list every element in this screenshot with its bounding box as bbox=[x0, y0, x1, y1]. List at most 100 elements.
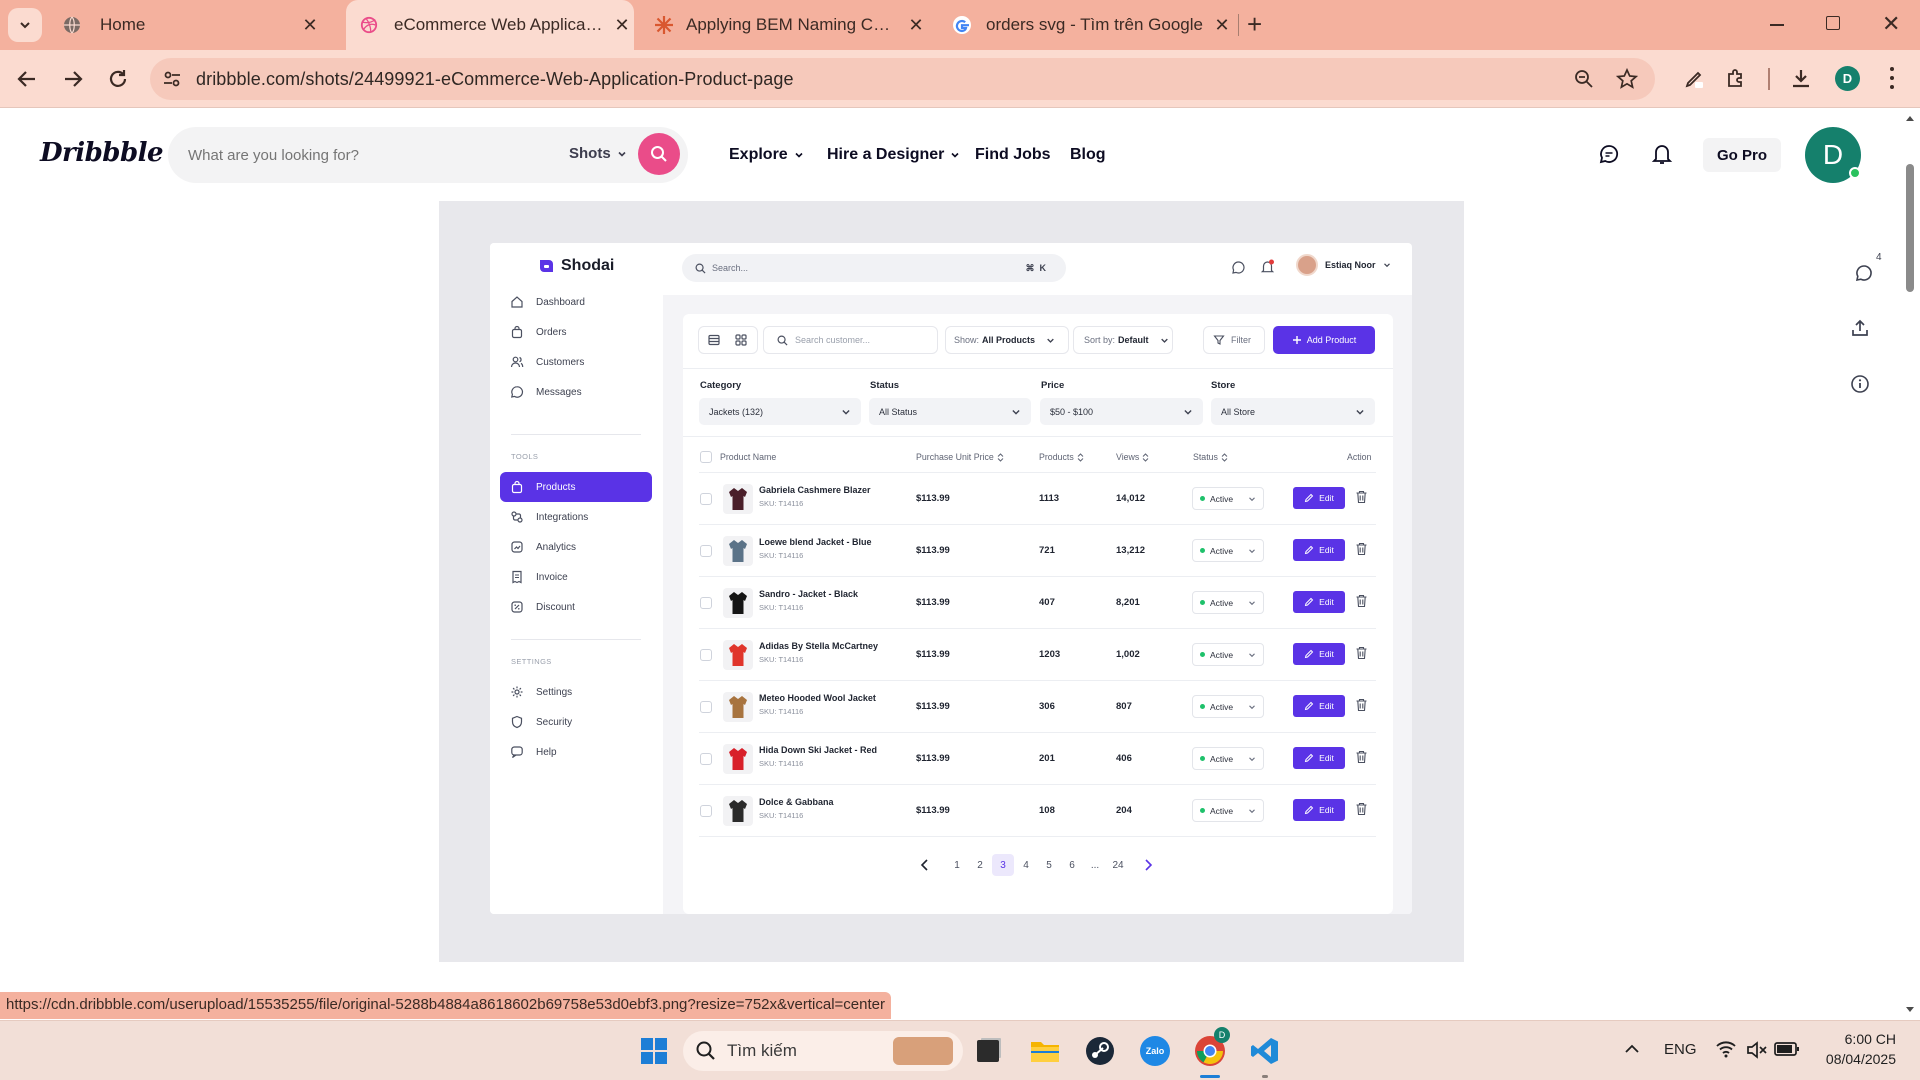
language-indicator[interactable]: ENG bbox=[1664, 1041, 1697, 1058]
status-select[interactable]: All Status bbox=[869, 398, 1031, 425]
row-checkbox[interactable] bbox=[700, 805, 712, 817]
edit-button[interactable]: Edit bbox=[1293, 591, 1345, 613]
reload-icon[interactable] bbox=[107, 68, 129, 90]
edit-button[interactable]: Edit bbox=[1293, 539, 1345, 561]
customer-search-input[interactable]: Search customer... bbox=[763, 326, 938, 354]
sidebar-item-invoice[interactable]: Invoice bbox=[500, 562, 652, 592]
nav-explore[interactable]: Explore bbox=[729, 146, 804, 164]
chrome-menu-icon[interactable] bbox=[1890, 67, 1894, 89]
product-name[interactable]: Gabriela Cashmere Blazer bbox=[759, 485, 871, 495]
close-icon[interactable]: ✕ bbox=[612, 15, 632, 36]
column-header-products[interactable]: Products bbox=[1039, 452, 1084, 462]
sidebar-item-help[interactable]: Help bbox=[500, 737, 652, 767]
trash-icon[interactable] bbox=[1355, 750, 1368, 764]
status-dropdown[interactable]: Active bbox=[1192, 539, 1264, 562]
close-window-button[interactable]: ✕ bbox=[1882, 11, 1900, 37]
search-scope-dropdown[interactable]: Shots bbox=[569, 145, 627, 162]
store-select[interactable]: All Store bbox=[1211, 398, 1375, 425]
minimize-button[interactable] bbox=[1770, 24, 1784, 26]
file-explorer-icon[interactable] bbox=[1027, 1033, 1063, 1069]
trash-icon[interactable] bbox=[1355, 490, 1368, 504]
app-search-bar[interactable]: Search... ⌘ K bbox=[682, 254, 1066, 282]
battery-charging-icon[interactable] bbox=[1774, 1041, 1800, 1057]
profile-avatar[interactable]: D bbox=[1835, 66, 1860, 91]
status-dropdown[interactable]: Active bbox=[1192, 487, 1264, 510]
new-tab-button[interactable]: + bbox=[1247, 10, 1262, 38]
row-checkbox[interactable] bbox=[700, 493, 712, 505]
next-page-icon[interactable] bbox=[1141, 857, 1155, 873]
sidebar-item-messages[interactable]: Messages bbox=[500, 377, 652, 407]
category-select[interactable]: Jackets (132) bbox=[699, 398, 861, 425]
product-name[interactable]: Sandro - Jacket - Black bbox=[759, 589, 858, 599]
task-view-icon[interactable] bbox=[970, 1033, 1006, 1069]
product-name[interactable]: Loewe blend Jacket - Blue bbox=[759, 537, 872, 547]
page-number[interactable]: 24 bbox=[1107, 854, 1129, 876]
page-number[interactable]: 2 bbox=[969, 854, 991, 876]
trash-icon[interactable] bbox=[1355, 594, 1368, 608]
page-number[interactable]: 6 bbox=[1061, 854, 1083, 876]
tab-google[interactable]: orders svg - Tìm trên Google ✕ bbox=[946, 0, 1236, 50]
show-dropdown[interactable]: Show: All Products bbox=[945, 326, 1069, 354]
zalo-icon[interactable]: Zalo bbox=[1137, 1033, 1173, 1069]
column-header-product-name[interactable]: Product Name bbox=[720, 452, 776, 462]
sidebar-item-orders[interactable]: Orders bbox=[500, 317, 652, 347]
column-header-views[interactable]: Views bbox=[1116, 452, 1149, 462]
add-product-button[interactable]: Add Product bbox=[1273, 326, 1375, 354]
status-dropdown[interactable]: Active bbox=[1192, 799, 1264, 822]
status-dropdown[interactable]: Active bbox=[1192, 695, 1264, 718]
site-settings-icon[interactable] bbox=[162, 69, 182, 89]
trash-icon[interactable] bbox=[1355, 646, 1368, 660]
bookmark-star-icon[interactable] bbox=[1616, 68, 1638, 90]
sidebar-item-security[interactable]: Security bbox=[500, 707, 652, 737]
trash-icon[interactable] bbox=[1355, 698, 1368, 712]
sidebar-item-settings[interactable]: Settings bbox=[500, 677, 652, 707]
row-checkbox[interactable] bbox=[700, 753, 712, 765]
info-icon[interactable] bbox=[1850, 374, 1870, 394]
page-number[interactable]: 3 bbox=[992, 854, 1014, 876]
sidebar-item-integrations[interactable]: Integrations bbox=[500, 502, 652, 532]
address-bar[interactable]: dribbble.com/shots/24499921-eCommerce-We… bbox=[150, 58, 1655, 100]
zoom-icon[interactable] bbox=[1574, 69, 1594, 89]
filter-button[interactable]: Filter bbox=[1203, 326, 1265, 354]
shodai-logo[interactable]: Shodai bbox=[537, 257, 614, 275]
restore-button[interactable] bbox=[1826, 16, 1840, 30]
status-dropdown[interactable]: Active bbox=[1192, 747, 1264, 770]
dribbble-search-input[interactable] bbox=[188, 143, 528, 167]
prev-page-icon[interactable] bbox=[918, 857, 932, 873]
trash-icon[interactable] bbox=[1355, 542, 1368, 556]
sidebar-item-customers[interactable]: Customers bbox=[500, 347, 652, 377]
download-icon[interactable] bbox=[1790, 67, 1812, 89]
pen-extension-icon[interactable] bbox=[1683, 68, 1705, 90]
sidebar-item-discount[interactable]: Discount bbox=[500, 592, 652, 622]
status-dropdown[interactable]: Active bbox=[1192, 643, 1264, 666]
page-number[interactable]: 4 bbox=[1015, 854, 1037, 876]
vscode-icon[interactable] bbox=[1247, 1033, 1283, 1069]
row-checkbox[interactable] bbox=[700, 545, 712, 557]
app-user-menu[interactable]: Estiaq Noor bbox=[1296, 254, 1391, 276]
list-view-icon[interactable] bbox=[707, 333, 721, 347]
sort-dropdown[interactable]: Sort by: Default bbox=[1073, 326, 1173, 354]
trash-icon[interactable] bbox=[1355, 802, 1368, 816]
edit-button[interactable]: Edit bbox=[1293, 747, 1345, 769]
edit-button[interactable]: Edit bbox=[1293, 695, 1345, 717]
search-submit-button[interactable] bbox=[638, 133, 680, 175]
product-name[interactable]: Hida Down Ski Jacket - Red bbox=[759, 745, 877, 755]
page-scrollbar[interactable] bbox=[1900, 108, 1920, 1020]
tab-search-button[interactable] bbox=[8, 8, 42, 42]
edit-button[interactable]: Edit bbox=[1293, 799, 1345, 821]
dribbble-logo[interactable]: Dribbble bbox=[40, 138, 164, 168]
product-name[interactable]: Dolce & Gabbana bbox=[759, 797, 834, 807]
sidebar-item-dashboard[interactable]: Dashboard bbox=[500, 287, 652, 317]
comments-rail-button[interactable]: 4 bbox=[1850, 252, 1882, 288]
column-header-price[interactable]: Purchase Unit Price bbox=[916, 452, 1004, 462]
nav-find-jobs[interactable]: Find Jobs bbox=[975, 146, 1051, 164]
close-icon[interactable]: ✕ bbox=[1212, 15, 1232, 36]
row-checkbox[interactable] bbox=[700, 649, 712, 661]
product-name[interactable]: Meteo Hooded Wool Jacket bbox=[759, 693, 876, 703]
product-name[interactable]: Adidas By Stella McCartney bbox=[759, 641, 878, 651]
close-icon[interactable]: ✕ bbox=[906, 15, 926, 36]
back-icon[interactable] bbox=[16, 68, 38, 90]
column-header-status[interactable]: Status bbox=[1193, 452, 1228, 462]
tab-home[interactable]: Home ✕ bbox=[50, 0, 340, 50]
chrome-taskbar-icon[interactable]: D bbox=[1192, 1027, 1230, 1069]
